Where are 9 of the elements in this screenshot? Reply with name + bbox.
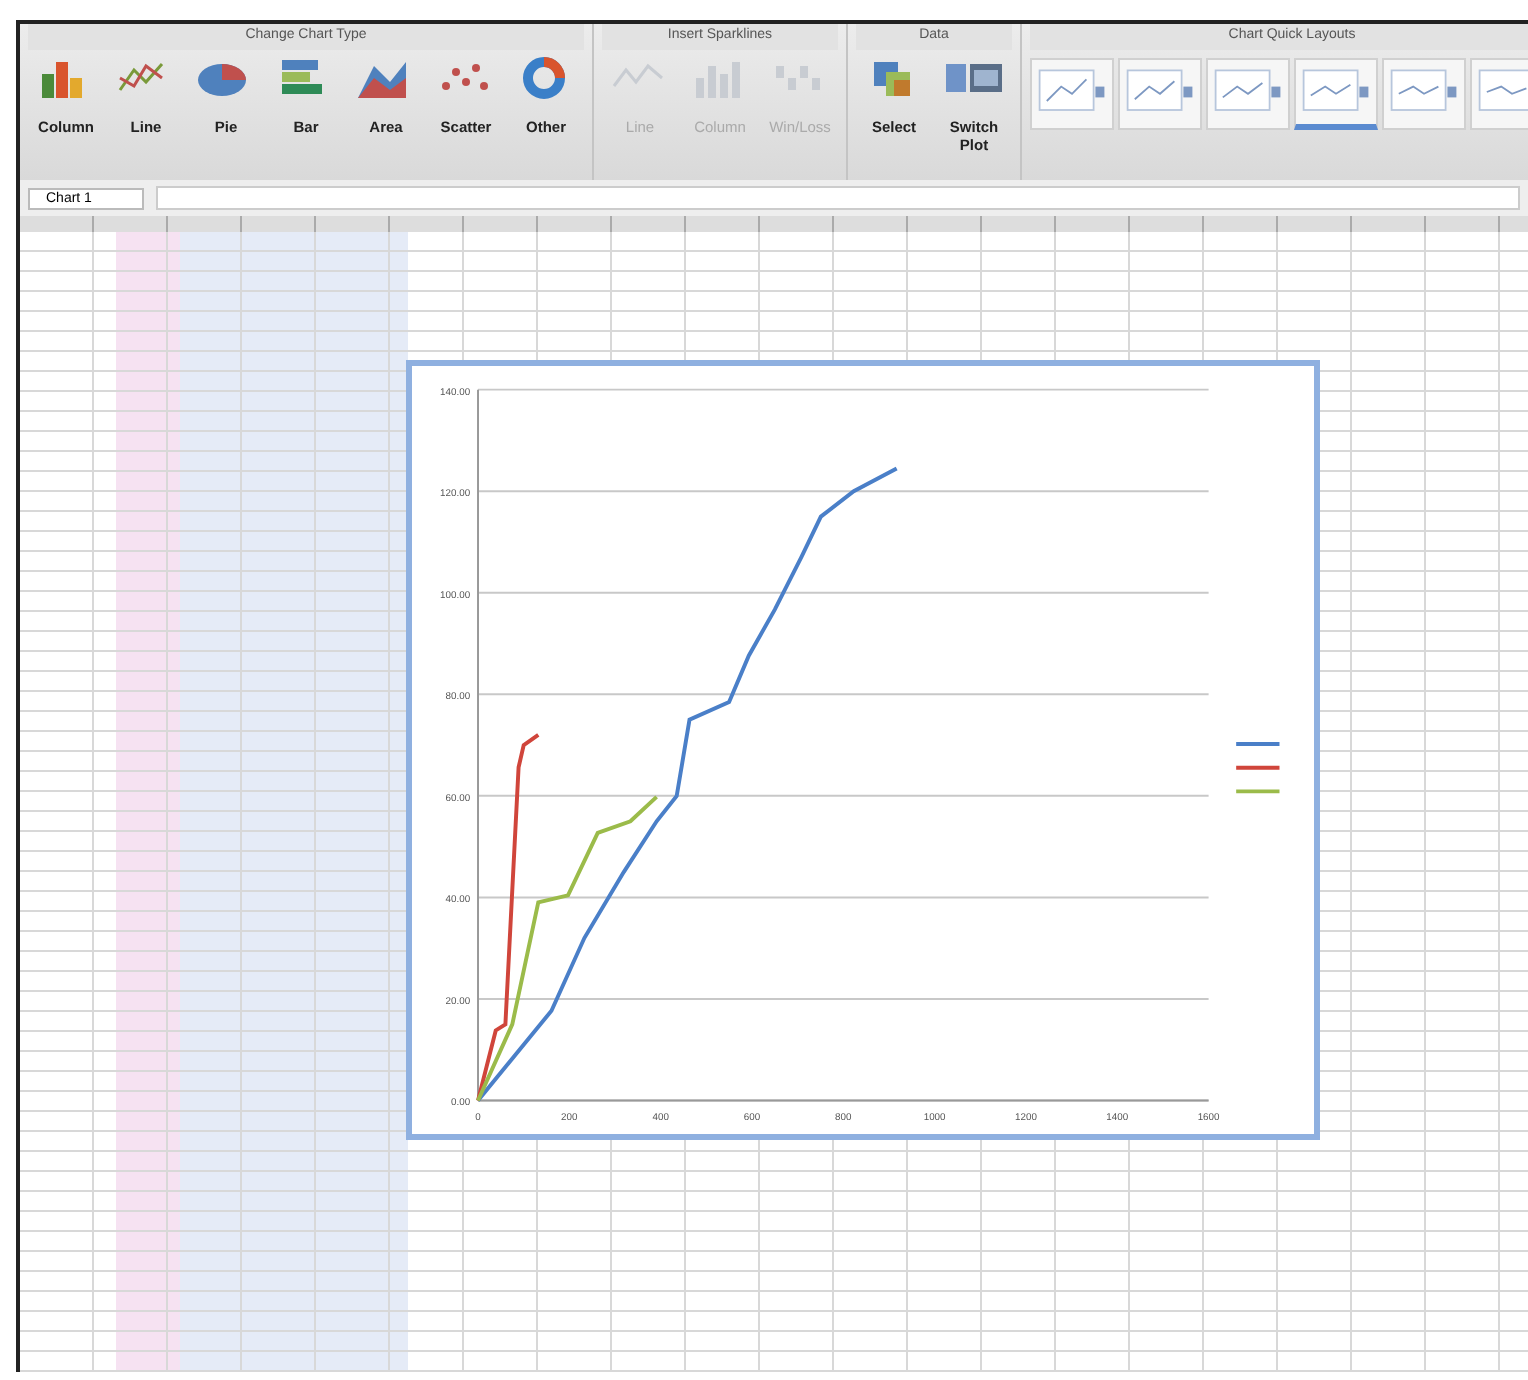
chart-layout-thumbnail[interactable]: [1118, 58, 1202, 130]
chart-layout-thumbnail[interactable]: [1206, 58, 1290, 130]
chart-layout-thumbnail[interactable]: [1294, 58, 1378, 130]
legend-swatch: [1236, 765, 1280, 770]
legend-swatch: [1236, 742, 1280, 747]
chart-layout-thumbnail[interactable]: [1030, 58, 1114, 130]
chart-layout-thumbnail[interactable]: [1382, 58, 1466, 130]
legend-swatch: [1236, 789, 1280, 794]
formula-field[interactable]: [156, 186, 1520, 210]
